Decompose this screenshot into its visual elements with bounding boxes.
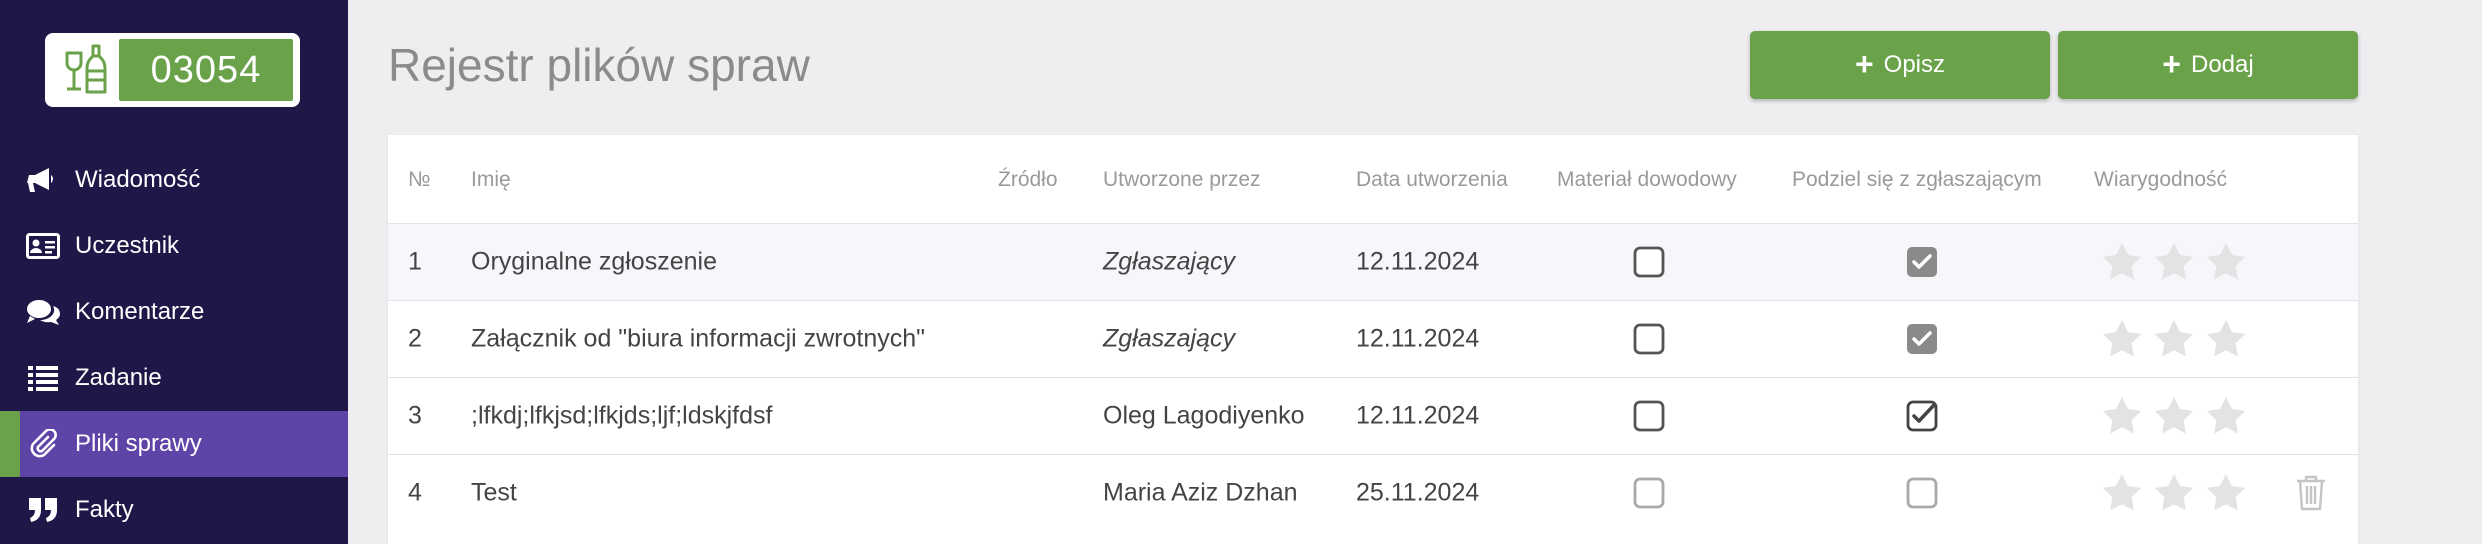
sidebar-item-fakty[interactable]: Fakty — [0, 477, 348, 543]
share-checkbox[interactable] — [1906, 400, 1938, 432]
star-icon[interactable] — [2102, 397, 2142, 435]
comments-icon — [26, 297, 60, 327]
share-checkbox[interactable] — [1906, 477, 1938, 509]
sidebar-nav: Wiadomość Uczestnik Komentarze Zadanie P… — [0, 147, 348, 543]
row-number: 4 — [408, 478, 422, 507]
files-table: № Imię Źródło Utworzone przez Data utwor… — [388, 135, 2358, 544]
case-number: 03054 — [119, 39, 293, 101]
file-name-link[interactable]: Oryginalne zgłoszenie — [471, 248, 717, 277]
col-header-created-by[interactable]: Utworzone przez — [1103, 168, 1261, 192]
col-header-share[interactable]: Podziel się z zgłaszającym — [1792, 168, 2042, 192]
describe-button-label: Opisz — [1883, 51, 1946, 78]
sidebar-item-komentarze[interactable]: Komentarze — [0, 279, 348, 345]
created-by: Oleg Lagodiyenko — [1103, 401, 1305, 430]
col-header-name[interactable]: Imię — [471, 168, 511, 192]
sidebar-item-pliki-sprawy[interactable]: Pliki sprawy — [0, 411, 348, 477]
created-date: 12.11.2024 — [1356, 401, 1480, 430]
describe-button[interactable]: + Opisz — [1750, 31, 2050, 99]
page-title: Rejestr plików spraw — [388, 39, 810, 91]
star-icon[interactable] — [2206, 397, 2246, 435]
file-name-link[interactable]: Test — [471, 479, 517, 508]
sidebar-item-uczestnik[interactable]: Uczestnik — [0, 213, 348, 279]
col-header-num: № — [408, 168, 431, 191]
credibility-rating[interactable] — [2102, 474, 2246, 512]
sidebar-item-zadanie[interactable]: Zadanie — [0, 345, 348, 411]
evidence-checkbox[interactable] — [1633, 400, 1665, 432]
credibility-rating[interactable] — [2102, 397, 2246, 435]
star-icon[interactable] — [2154, 320, 2194, 358]
case-badge: 03054 — [45, 33, 300, 107]
col-header-date[interactable]: Data utworzenia — [1356, 168, 1508, 192]
row-number: 2 — [408, 324, 422, 353]
created-by: Zgłaszający — [1103, 247, 1235, 276]
created-date: 12.11.2024 — [1356, 324, 1480, 353]
list-icon — [26, 363, 60, 393]
sidebar: 03054 Wiadomość Uczestnik Komentarze Zad… — [0, 0, 348, 544]
col-header-credibility[interactable]: Wiarygodność — [2094, 168, 2227, 192]
col-header-evidence[interactable]: Materiał dowodowy — [1557, 168, 1737, 192]
star-icon[interactable] — [2154, 243, 2194, 281]
credibility-rating[interactable] — [2102, 243, 2246, 281]
quote-icon — [26, 495, 60, 525]
share-checkbox[interactable] — [1906, 323, 1938, 355]
sidebar-item-label: Uczestnik — [75, 232, 180, 259]
add-button[interactable]: + Dodaj — [2058, 31, 2358, 99]
file-name-link[interactable]: Załącznik od "biura informacji zwrotnych… — [471, 325, 925, 354]
trash-icon[interactable] — [2296, 475, 2326, 511]
star-icon[interactable] — [2102, 474, 2142, 512]
id-card-icon — [26, 231, 60, 261]
star-icon[interactable] — [2206, 474, 2246, 512]
sidebar-item-label: Komentarze — [75, 298, 205, 325]
star-icon[interactable] — [2154, 474, 2194, 512]
evidence-checkbox[interactable] — [1633, 477, 1665, 509]
plus-icon: + — [1854, 45, 1874, 82]
star-icon[interactable] — [2206, 320, 2246, 358]
table-row[interactable]: 3 ;lfkdj;lfkjsd;lfkjds;ljf;ldskjfdsf Oleg … — [388, 377, 2358, 454]
table-row[interactable]: 1 Oryginalne zgłoszenie Zgłaszający 12.11.2… — [388, 223, 2358, 300]
sidebar-item-label: Wiadomość — [75, 166, 201, 193]
created-by: Zgłaszający — [1103, 324, 1235, 353]
credibility-rating[interactable] — [2102, 320, 2246, 358]
created-date: 25.11.2024 — [1356, 478, 1480, 507]
paperclip-icon — [26, 429, 60, 459]
created-by: Maria Aziz Dzhan — [1103, 478, 1298, 507]
star-icon[interactable] — [2102, 320, 2142, 358]
star-icon[interactable] — [2206, 243, 2246, 281]
sidebar-item-wiadomosc[interactable]: Wiadomość — [0, 147, 348, 213]
created-date: 12.11.2024 — [1356, 247, 1480, 276]
share-checkbox[interactable] — [1906, 246, 1938, 278]
table-row[interactable]: 2 Załącznik od "biura informacji zwrotnyc… — [388, 300, 2358, 377]
star-icon[interactable] — [2102, 243, 2142, 281]
table-row[interactable]: 4 Test Maria Aziz Dzhan 25.11.2024 — [388, 454, 2358, 531]
evidence-checkbox[interactable] — [1633, 246, 1665, 278]
star-icon[interactable] — [2154, 397, 2194, 435]
plus-icon: + — [2162, 45, 2181, 82]
sidebar-item-label: Pliki sprawy — [75, 430, 202, 457]
sidebar-item-label: Fakty — [75, 496, 134, 523]
megaphone-icon — [26, 165, 60, 195]
sidebar-item-label: Zadanie — [75, 364, 162, 391]
file-name-link[interactable]: ;lfkdj;lfkjsd;lfkjds;ljf;ldskjfdsf — [471, 402, 772, 431]
row-number: 3 — [408, 401, 422, 430]
row-number: 1 — [408, 247, 422, 276]
evidence-checkbox[interactable] — [1633, 323, 1665, 355]
add-button-label: Dodaj — [2190, 51, 2254, 78]
col-header-source[interactable]: Źródło — [998, 168, 1058, 192]
wine-bottle-glass-icon — [65, 44, 107, 94]
